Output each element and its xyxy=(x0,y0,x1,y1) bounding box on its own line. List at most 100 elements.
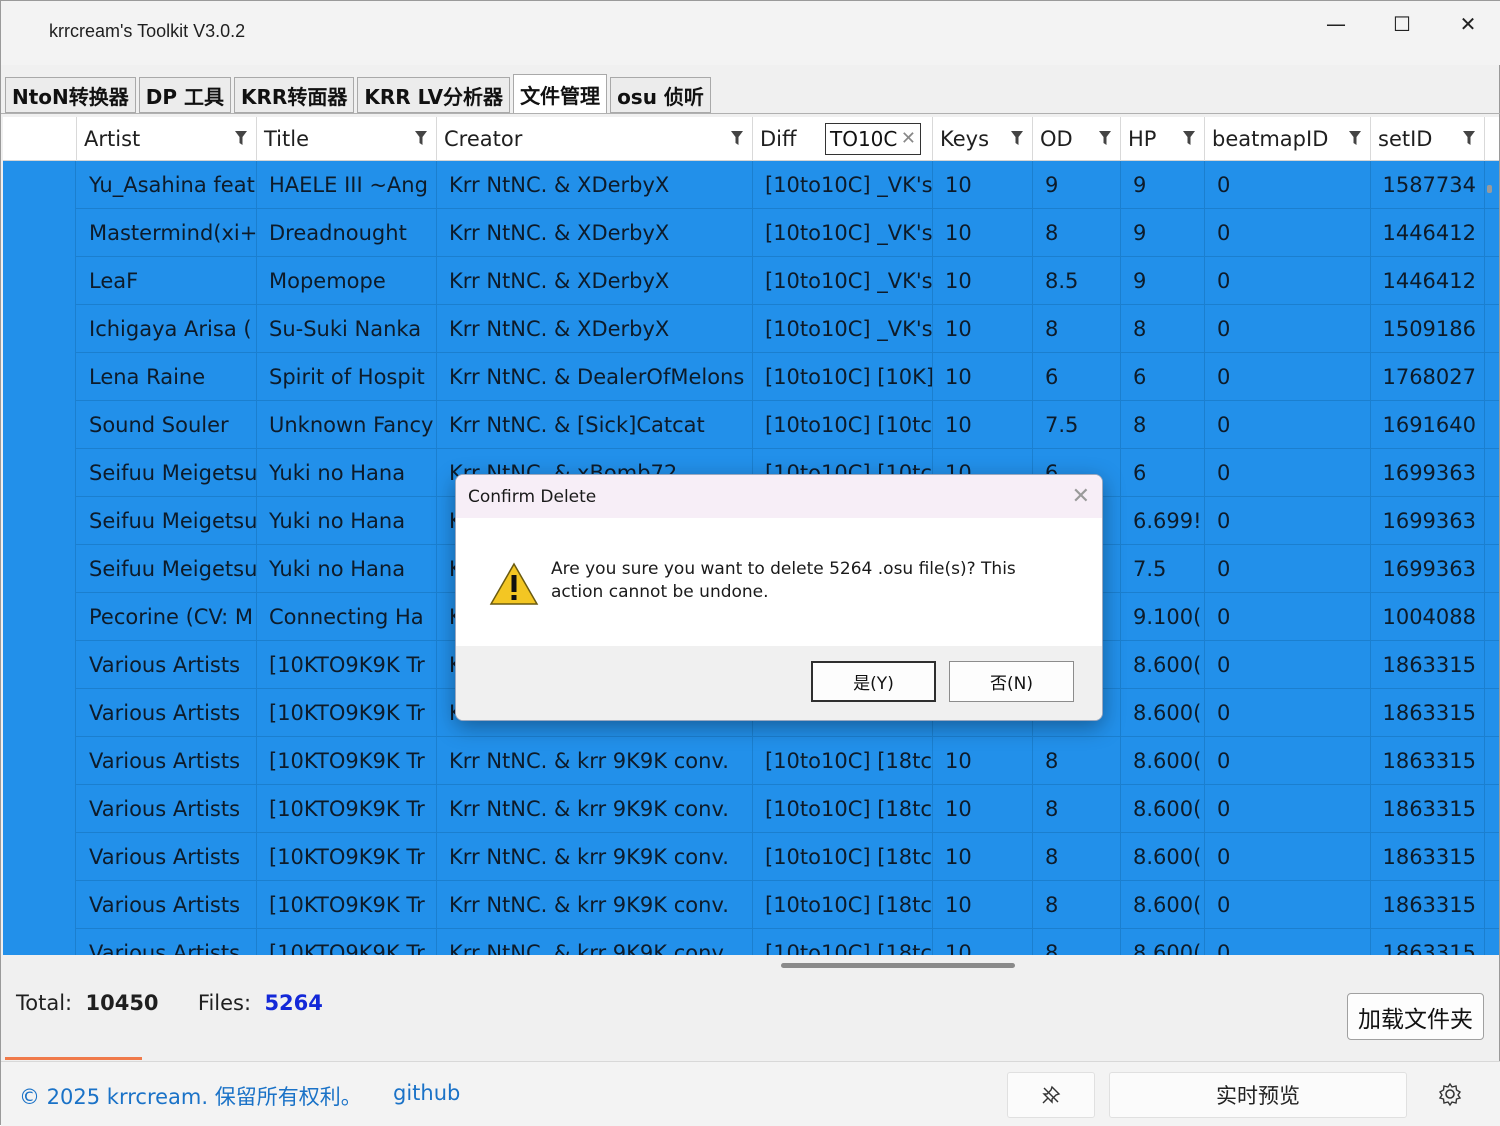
cell-keys[interactable]: 10 xyxy=(933,161,1033,209)
cell-artist[interactable]: Seifuu Meigetsu xyxy=(77,545,257,593)
cell-hp[interactable]: 6 xyxy=(1121,449,1205,497)
cell-hp[interactable]: 7.5 xyxy=(1121,545,1205,593)
cell-od[interactable]: 8 xyxy=(1033,737,1121,785)
cell-setid[interactable]: 1691640 xyxy=(1371,401,1485,449)
cell-title[interactable]: [10KTO9K9K Tr xyxy=(257,641,437,689)
row-header[interactable] xyxy=(3,449,76,497)
cell-keys[interactable]: 10 xyxy=(933,209,1033,257)
cell-title[interactable]: [10KTO9K9K Tr xyxy=(257,881,437,929)
cell-beatmapid[interactable]: 0 xyxy=(1205,689,1371,737)
cell-setid[interactable]: 1587734 xyxy=(1371,161,1485,209)
cell-title[interactable]: [10KTO9K9K Tr xyxy=(257,929,437,955)
cell-artist[interactable]: LeaF xyxy=(77,257,257,305)
row-header[interactable] xyxy=(3,737,76,785)
cell-beatmapid[interactable]: 0 xyxy=(1205,401,1371,449)
column-header-hp[interactable]: HP xyxy=(1121,117,1205,161)
column-header-keys[interactable]: Keys xyxy=(933,117,1033,161)
column-header-setid[interactable]: setID xyxy=(1371,117,1485,161)
cell-artist[interactable]: Mastermind(xi+ xyxy=(77,209,257,257)
tab-nton-converter[interactable]: NtoN转换器 xyxy=(5,77,136,113)
cell-title[interactable]: Connecting Ha xyxy=(257,593,437,641)
table-row[interactable]: Yu_Asahina feat HAELE III ~Ang Krr NtNC. &… xyxy=(3,161,1499,209)
cell-title[interactable]: Su-Suki Nanka xyxy=(257,305,437,353)
cell-keys[interactable]: 10 xyxy=(933,929,1033,955)
cell-artist[interactable]: Pecorine (CV: M xyxy=(77,593,257,641)
load-folder-button[interactable]: 加载文件夹 xyxy=(1347,993,1484,1040)
row-header[interactable] xyxy=(3,785,76,833)
cell-keys[interactable]: 10 xyxy=(933,353,1033,401)
cell-keys[interactable]: 10 xyxy=(933,833,1033,881)
cell-artist[interactable]: Seifuu Meigetsu xyxy=(77,449,257,497)
cell-hp[interactable]: 9 xyxy=(1121,209,1205,257)
cell-creator[interactable]: Krr NtNC. & XDerbyX xyxy=(437,209,753,257)
cell-artist[interactable]: Various Artists xyxy=(77,689,257,737)
table-row[interactable]: LeaF Mopemope Krr NtNC. & XDerbyX [10to10C]… xyxy=(3,257,1499,305)
cell-hp[interactable]: 8 xyxy=(1121,401,1205,449)
cell-diff[interactable]: [10to10C] _VK's xyxy=(753,209,933,257)
cell-title[interactable]: HAELE III ~Ang xyxy=(257,161,437,209)
cell-setid[interactable]: 1446412 xyxy=(1371,257,1485,305)
cell-hp[interactable]: 6 xyxy=(1121,353,1205,401)
github-link[interactable]: github xyxy=(393,1081,460,1105)
cell-artist[interactable]: Yu_Asahina feat xyxy=(77,161,257,209)
cell-hp[interactable]: 8.600( xyxy=(1121,641,1205,689)
cell-title[interactable]: [10KTO9K9K Tr xyxy=(257,785,437,833)
cell-setid[interactable]: 1446412 xyxy=(1371,209,1485,257)
cell-setid[interactable]: 1863315 xyxy=(1371,929,1485,955)
cell-artist[interactable]: Lena Raine xyxy=(77,353,257,401)
cell-setid[interactable]: 1509186 xyxy=(1371,305,1485,353)
cell-setid[interactable]: 1863315 xyxy=(1371,641,1485,689)
cell-setid[interactable]: 1863315 xyxy=(1371,881,1485,929)
filter-icon[interactable] xyxy=(1099,131,1111,145)
cell-artist[interactable]: Various Artists xyxy=(77,641,257,689)
cell-creator[interactable]: Krr NtNC. & krr 9K9K conv. xyxy=(437,881,753,929)
table-row[interactable]: Various Artists [10KTO9K9K Tr Krr NtNC. & … xyxy=(3,833,1499,881)
cell-title[interactable]: [10KTO9K9K Tr xyxy=(257,833,437,881)
cell-creator[interactable]: Krr NtNC. & XDerbyX xyxy=(437,257,753,305)
cell-diff[interactable]: [10to10C] [18tc xyxy=(753,737,933,785)
filter-icon[interactable] xyxy=(1011,131,1023,145)
table-row[interactable]: Lena Raine Spirit of Hospit Krr NtNC. & De… xyxy=(3,353,1499,401)
cell-creator[interactable]: Krr NtNC. & [Sick]Catcat xyxy=(437,401,753,449)
cell-od[interactable]: 8 xyxy=(1033,929,1121,955)
cell-creator[interactable]: Krr NtNC. & krr 9K9K conv. xyxy=(437,737,753,785)
cell-setid[interactable]: 1699363 xyxy=(1371,545,1485,593)
cell-hp[interactable]: 8.600( xyxy=(1121,929,1205,955)
cell-od[interactable]: 8 xyxy=(1033,209,1121,257)
row-header[interactable] xyxy=(3,161,76,209)
clear-filter-icon[interactable]: ✕ xyxy=(901,128,916,149)
cell-beatmapid[interactable]: 0 xyxy=(1205,257,1371,305)
cell-setid[interactable]: 1863315 xyxy=(1371,737,1485,785)
cell-artist[interactable]: Various Artists xyxy=(77,929,257,955)
filter-icon[interactable] xyxy=(1349,131,1361,145)
row-header[interactable] xyxy=(3,593,76,641)
row-header[interactable] xyxy=(3,545,76,593)
cell-title[interactable]: Spirit of Hospit xyxy=(257,353,437,401)
table-row[interactable]: Various Artists [10KTO9K9K Tr Krr NtNC. & … xyxy=(3,785,1499,833)
cell-beatmapid[interactable]: 0 xyxy=(1205,497,1371,545)
cell-artist[interactable]: Various Artists xyxy=(77,881,257,929)
tab-krr-converter[interactable]: KRR转面器 xyxy=(234,77,355,113)
table-row[interactable]: Ichigaya Arisa (Su-Suki Nanka Krr NtNC. &… xyxy=(3,305,1499,353)
cell-keys[interactable]: 10 xyxy=(933,881,1033,929)
row-header[interactable] xyxy=(3,305,76,353)
cell-artist[interactable]: Various Artists xyxy=(77,737,257,785)
cell-od[interactable]: 8 xyxy=(1033,305,1121,353)
cell-od[interactable]: 8 xyxy=(1033,785,1121,833)
cell-hp[interactable]: 9 xyxy=(1121,161,1205,209)
row-header[interactable] xyxy=(3,881,76,929)
row-header[interactable] xyxy=(3,497,76,545)
cell-diff[interactable]: [10to10C] _VK's xyxy=(753,257,933,305)
tab-krr-lv-analyzer[interactable]: KRR LV分析器 xyxy=(357,77,511,113)
row-header[interactable] xyxy=(3,689,76,737)
cell-setid[interactable]: 1863315 xyxy=(1371,833,1485,881)
cell-diff[interactable]: [10to10C] _VK's xyxy=(753,161,933,209)
minimize-button[interactable]: — xyxy=(1303,1,1369,47)
gear-icon[interactable] xyxy=(1437,1081,1463,1107)
pin-button[interactable] xyxy=(1007,1072,1095,1118)
cell-title[interactable]: Yuki no Hana xyxy=(257,497,437,545)
cell-artist[interactable]: Seifuu Meigetsu xyxy=(77,497,257,545)
cell-title[interactable]: Yuki no Hana xyxy=(257,545,437,593)
row-header[interactable] xyxy=(3,353,76,401)
cell-beatmapid[interactable]: 0 xyxy=(1205,593,1371,641)
